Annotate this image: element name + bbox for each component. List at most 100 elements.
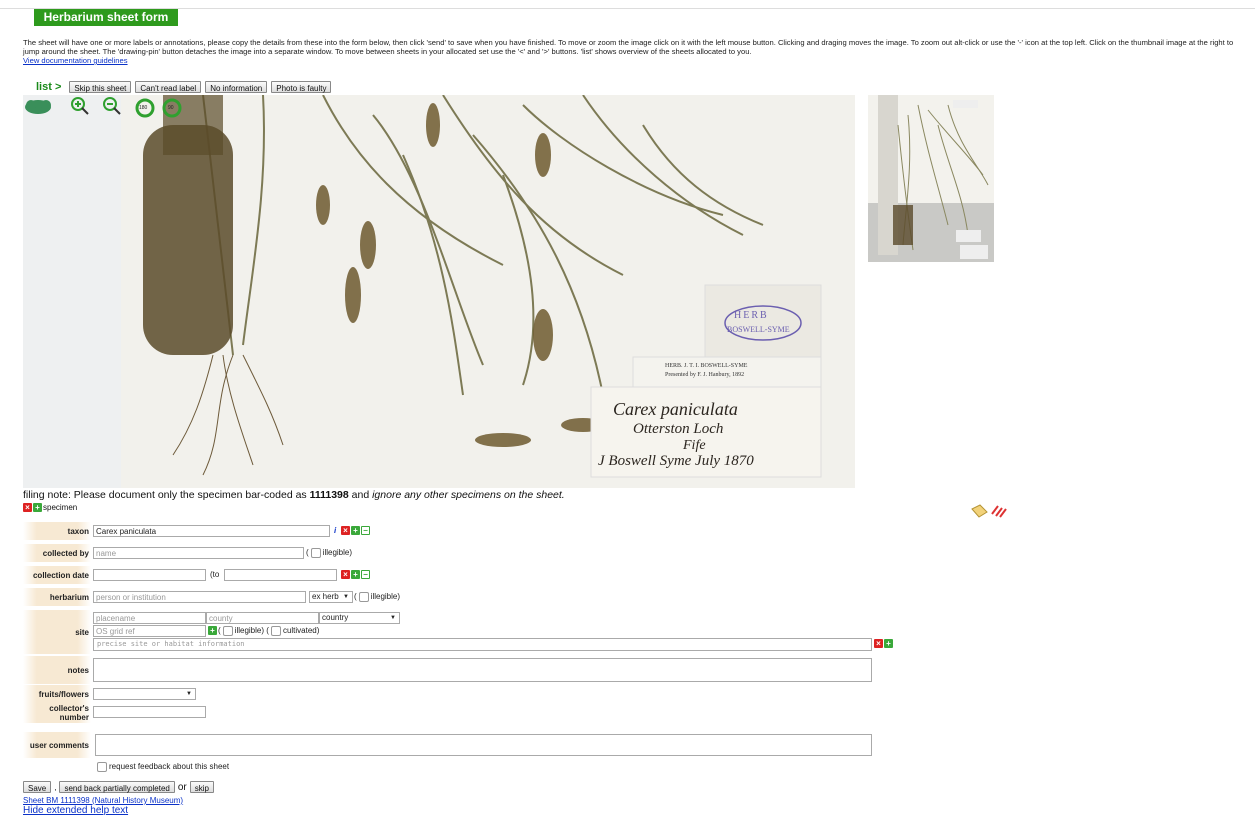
skip-button[interactable]: skip [189, 781, 214, 793]
notes-textarea[interactable] [93, 658, 872, 682]
grid-ref-input[interactable]: OS grid ref [93, 625, 206, 637]
notes-row: notes [23, 656, 873, 684]
herbarium-label: herbarium [23, 588, 91, 606]
paren: ( [306, 548, 309, 558]
handwritten-county: Fife [683, 438, 706, 453]
documentation-guidelines-link[interactable]: View documentation guidelines [23, 56, 128, 65]
request-feedback-option: request feedback about this sheet [95, 762, 229, 772]
ex-herb-select[interactable]: ex herb [309, 591, 353, 603]
specimen-barcode: 1111398 [309, 489, 349, 501]
zoom-in-icon[interactable] [71, 97, 89, 115]
specimen-label: specimen [43, 503, 78, 512]
photo-faulty-button[interactable]: Photo is faulty [271, 81, 332, 93]
herbarium-illegible-toggle: (illegible) [354, 592, 400, 602]
type-stamp-icon[interactable] [991, 505, 1007, 518]
herbarium-illegible-checkbox[interactable] [358, 592, 369, 602]
illegible-text: illegible) [322, 548, 353, 558]
collector-name-input[interactable]: name [93, 547, 304, 559]
zoom-out-icon[interactable] [103, 97, 121, 115]
collector-illegible-checkbox[interactable] [310, 548, 321, 558]
handwritten-taxon: Carex paniculata [613, 399, 738, 419]
fruits-flowers-label: fruits/flowers [23, 685, 91, 703]
paren: ( [266, 626, 269, 636]
tag-type-icons [971, 504, 1007, 518]
date-collapse-icon[interactable]: − [361, 570, 370, 579]
site-label: site [23, 610, 91, 654]
site-flags: (illegible) (cultivated) [218, 626, 319, 636]
specimen-image-viewer[interactable]: HERB BOSWELL-SYME HERB. J. T. I. BOSWELL… [23, 95, 855, 488]
site-add-icon[interactable]: + [884, 639, 893, 648]
add-specimen-icon[interactable]: + [33, 503, 42, 512]
precise-site-textarea[interactable]: precise site or habitat information [93, 638, 872, 651]
collector-number-row: collector's number [23, 703, 243, 723]
help-text: The sheet will have one or more labels o… [23, 38, 1234, 56]
no-information-button[interactable]: No information [205, 81, 268, 93]
save-button[interactable]: Save [23, 781, 52, 793]
illegible-text: illegible) [370, 592, 401, 602]
collection-date-from-input[interactable] [93, 569, 206, 581]
taxon-collapse-icon[interactable]: − [361, 526, 370, 535]
page-title: Herbarium sheet form [34, 9, 178, 26]
taxon-info-icon[interactable]: i [334, 526, 336, 535]
skip-sheet-button[interactable]: Skip this sheet [69, 81, 132, 93]
date-delete-icon[interactable]: × [341, 570, 350, 579]
or-separator: or [177, 781, 187, 793]
placename-input[interactable]: placename [93, 612, 206, 624]
cultivated-text: cultivated) [282, 626, 320, 636]
grid-ref-map-icon[interactable]: + [208, 626, 217, 635]
site-illegible-checkbox[interactable] [222, 626, 233, 636]
thumbnail-navigator[interactable] [868, 95, 994, 262]
sheet-record-link[interactable]: Sheet BM 1111398 (Natural History Museum… [23, 796, 183, 805]
specimen-plant-drawing [143, 95, 822, 478]
collected-by-row: collected by name ( illegible) [23, 544, 443, 562]
fruits-flowers-row: fruits/flowers [23, 685, 243, 703]
date-add-icon[interactable]: + [351, 570, 360, 579]
form-actions: Save , send back partially completed or … [23, 781, 214, 793]
send-back-partial-button[interactable]: send back partially completed [59, 781, 175, 793]
comma-separator: , [54, 782, 57, 792]
taxon-delete-icon[interactable]: × [341, 526, 350, 535]
site-row: site placename county country OS grid re… [23, 610, 893, 654]
label-tag-icon[interactable] [971, 504, 988, 518]
collector-number-input[interactable] [93, 706, 206, 718]
herbarium-row: herbarium person or institution ex herb … [23, 588, 443, 606]
filing-note-mid: and [348, 489, 373, 501]
site-cultivated-checkbox[interactable] [270, 626, 281, 636]
paren: ( [218, 626, 221, 636]
boswell-syme-stamp-text: BOSWELL-SYME [727, 325, 790, 334]
collector-number-label-line2: number [59, 713, 89, 722]
collection-date-to-input[interactable] [224, 569, 337, 581]
rotate-180-label: 180 [139, 105, 148, 111]
delete-specimen-icon[interactable]: × [23, 503, 32, 512]
collector-number-label-line1: collector's [49, 704, 89, 713]
filing-note: filing note: Please document only the sp… [23, 489, 565, 501]
taxon-add-icon[interactable]: + [351, 526, 360, 535]
printed-label-line1: HERB. J. T. I. BOSWELL-SYME [665, 363, 748, 369]
county-input[interactable]: county [206, 612, 319, 624]
detach-pin-icon[interactable] [25, 100, 51, 114]
filing-note-prefix: filing note: Please document only the sp… [23, 489, 310, 501]
collection-date-label: collection date [23, 566, 91, 584]
herbarium-input[interactable]: person or institution [93, 591, 306, 603]
request-feedback-checkbox[interactable] [97, 762, 107, 772]
collected-by-label: collected by [23, 544, 91, 562]
hide-help-link[interactable]: Hide extended help text [23, 805, 128, 816]
top-divider [0, 8, 1255, 9]
printed-label-line2: Presented by F. J. Hanbury, 1892 [665, 372, 745, 378]
handwritten-locality: Otterston Loch [633, 421, 724, 437]
help-text-block: The sheet will have one or more labels o… [23, 38, 1238, 65]
handwritten-collector-date: J Boswell Syme July 1870 [598, 453, 754, 469]
collector-illegible-toggle: ( illegible) [306, 548, 352, 558]
list-link[interactable]: list > [36, 81, 61, 93]
user-comments-textarea[interactable] [95, 734, 872, 756]
country-select[interactable]: country [319, 612, 400, 624]
date-to-label: (to [210, 570, 220, 579]
site-delete-icon[interactable]: × [874, 639, 883, 648]
taxon-label: taxon [23, 522, 91, 540]
collector-number-label: collector's number [23, 703, 91, 723]
cant-read-label-button[interactable]: Can't read label [135, 81, 202, 93]
fruits-flowers-select[interactable] [93, 688, 196, 700]
sheet-toolbar: list > Skip this sheet Can't read label … [36, 80, 332, 94]
taxon-input[interactable]: Carex paniculata [93, 525, 330, 537]
notes-label: notes [23, 656, 91, 684]
